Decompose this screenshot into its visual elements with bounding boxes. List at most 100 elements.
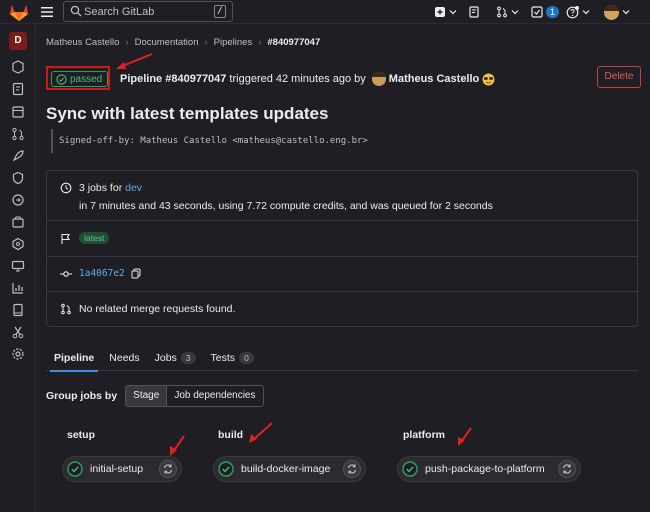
- tab-label: Tests: [210, 352, 236, 364]
- pipeline-info-panel: 3 jobs for dev in 7 minutes and 43 secon…: [46, 170, 638, 327]
- branch-link[interactable]: dev: [125, 182, 142, 194]
- check-circle-icon: [56, 73, 67, 85]
- job-name: build-docker-image: [241, 463, 331, 475]
- tab-tests[interactable]: Tests 0: [211, 345, 254, 371]
- job-dependencies-option[interactable]: Job dependencies: [167, 386, 262, 406]
- merge-request-icon: [61, 303, 71, 315]
- commit-sha-link[interactable]: 1a4067e2: [79, 268, 125, 279]
- rocket-icon[interactable]: [11, 149, 25, 163]
- group-by-toggle: Stage Job dependencies: [125, 385, 264, 407]
- pipeline-summary: Pipeline #840977047 triggered 42 minutes…: [120, 72, 495, 86]
- stage-header: platform: [403, 429, 445, 441]
- job-pill[interactable]: build-docker-image: [213, 456, 366, 482]
- deployments-icon[interactable]: [11, 193, 25, 207]
- group-by-label: Group jobs by: [46, 390, 118, 402]
- retry-button[interactable]: [343, 460, 361, 478]
- issues-icon: [469, 6, 479, 18]
- snippets-icon[interactable]: [11, 325, 25, 339]
- latest-badge: latest: [79, 232, 110, 244]
- chevron-down-icon: [511, 10, 519, 15]
- success-icon: [218, 461, 234, 477]
- project-overview-icon[interactable]: [11, 60, 25, 74]
- stage-header: setup: [67, 429, 96, 441]
- help-dropdown[interactable]: [566, 4, 590, 20]
- retry-button[interactable]: [159, 460, 177, 478]
- retry-icon: [163, 464, 173, 474]
- copy-icon[interactable]: [131, 268, 141, 279]
- breadcrumb-item[interactable]: Pipelines: [214, 37, 253, 48]
- retry-icon: [347, 464, 357, 474]
- new-item-dropdown[interactable]: [434, 4, 457, 20]
- no-mr-text: No related merge requests found.: [79, 303, 236, 315]
- breadcrumb-current[interactable]: #840977047: [267, 37, 320, 48]
- search-icon: [70, 5, 82, 17]
- monitor-icon[interactable]: [11, 237, 25, 251]
- tab-needs[interactable]: Needs: [109, 345, 139, 371]
- commit-row: 1a4067e2: [47, 257, 637, 292]
- retry-button[interactable]: [558, 460, 576, 478]
- search-placeholder: Search GitLab: [84, 6, 155, 18]
- author-name[interactable]: Matheus Castello: [389, 73, 479, 85]
- package-icon[interactable]: [11, 215, 25, 229]
- commit-message: Signed-off-by: Matheus Castello <matheus…: [51, 129, 641, 153]
- pipeline-header: passed Pipeline #840977047 triggered 42 …: [46, 66, 641, 91]
- breadcrumb-item[interactable]: Matheus Castello: [46, 37, 119, 48]
- job-pill[interactable]: push-package-to-platform: [397, 456, 581, 482]
- infrastructure-icon[interactable]: [11, 259, 25, 273]
- tags-row: latest: [47, 221, 637, 257]
- chevron-down-icon: [622, 10, 630, 15]
- tab-jobs[interactable]: Jobs 3: [155, 345, 196, 371]
- stage-option[interactable]: Stage: [126, 386, 168, 406]
- issue-board-icon[interactable]: [11, 105, 25, 119]
- sunglasses-emoji-icon: [482, 73, 495, 85]
- analytics-icon[interactable]: [11, 281, 25, 295]
- shield-icon[interactable]: [11, 171, 25, 185]
- wiki-icon[interactable]: [11, 303, 25, 317]
- issues-button[interactable]: [468, 4, 480, 20]
- chevron-down-icon: [449, 10, 457, 15]
- project-avatar[interactable]: D: [9, 32, 27, 50]
- tab-label: Jobs: [154, 352, 177, 364]
- triggered-text: triggered 42 minutes ago by: [229, 73, 366, 85]
- todo-check-icon: [531, 6, 543, 18]
- stage-header: build: [218, 429, 244, 441]
- left-sidebar: D: [0, 25, 36, 512]
- issues-icon[interactable]: [11, 82, 25, 96]
- merge-request-icon[interactable]: [11, 127, 25, 141]
- tab-pipeline[interactable]: Pipeline: [49, 345, 99, 372]
- author-avatar[interactable]: [371, 72, 386, 86]
- duration-text: in 7 minutes and 43 seconds, using 7.72 …: [79, 200, 493, 212]
- clock-icon: [60, 182, 72, 194]
- jobs-count: 3 jobs for: [79, 182, 123, 194]
- user-menu-dropdown[interactable]: [604, 4, 630, 20]
- plus-square-icon: [435, 7, 445, 17]
- tab-count: 0: [239, 352, 254, 364]
- menu-icon[interactable]: [40, 5, 54, 19]
- user-avatar: [604, 4, 619, 20]
- jobs-count-line: 3 jobs for dev: [79, 182, 142, 194]
- success-icon: [402, 461, 418, 477]
- group-jobs-control: Group jobs by Stage Job dependencies: [46, 385, 264, 407]
- breadcrumb: Matheus Castello › Documentation › Pipelin…: [46, 37, 321, 48]
- pipeline-id: Pipeline #840977047: [120, 73, 227, 85]
- breadcrumb-item[interactable]: Documentation: [135, 37, 199, 48]
- status-label: passed: [70, 73, 103, 85]
- gitlab-logo-icon[interactable]: [8, 2, 30, 22]
- search-shortcut-key: /: [214, 5, 226, 18]
- job-name: push-package-to-platform: [425, 463, 545, 475]
- success-icon: [67, 461, 83, 477]
- chevron-down-icon: [582, 10, 590, 15]
- search-input[interactable]: Search GitLab /: [63, 1, 233, 22]
- help-icon: [566, 5, 579, 18]
- status-badge[interactable]: passed: [51, 71, 109, 87]
- delete-button[interactable]: Delete: [597, 66, 641, 88]
- todos-button[interactable]: 1: [531, 4, 560, 20]
- merge-requests-dropdown[interactable]: [496, 4, 519, 20]
- settings-gear-icon[interactable]: [11, 347, 25, 361]
- merge-request-icon: [497, 6, 507, 18]
- top-bar: Search GitLab / 1: [0, 0, 650, 24]
- flag-icon: [61, 233, 70, 244]
- tab-label: Pipeline: [54, 352, 95, 364]
- retry-icon: [562, 464, 572, 474]
- job-pill[interactable]: initial-setup: [62, 456, 182, 482]
